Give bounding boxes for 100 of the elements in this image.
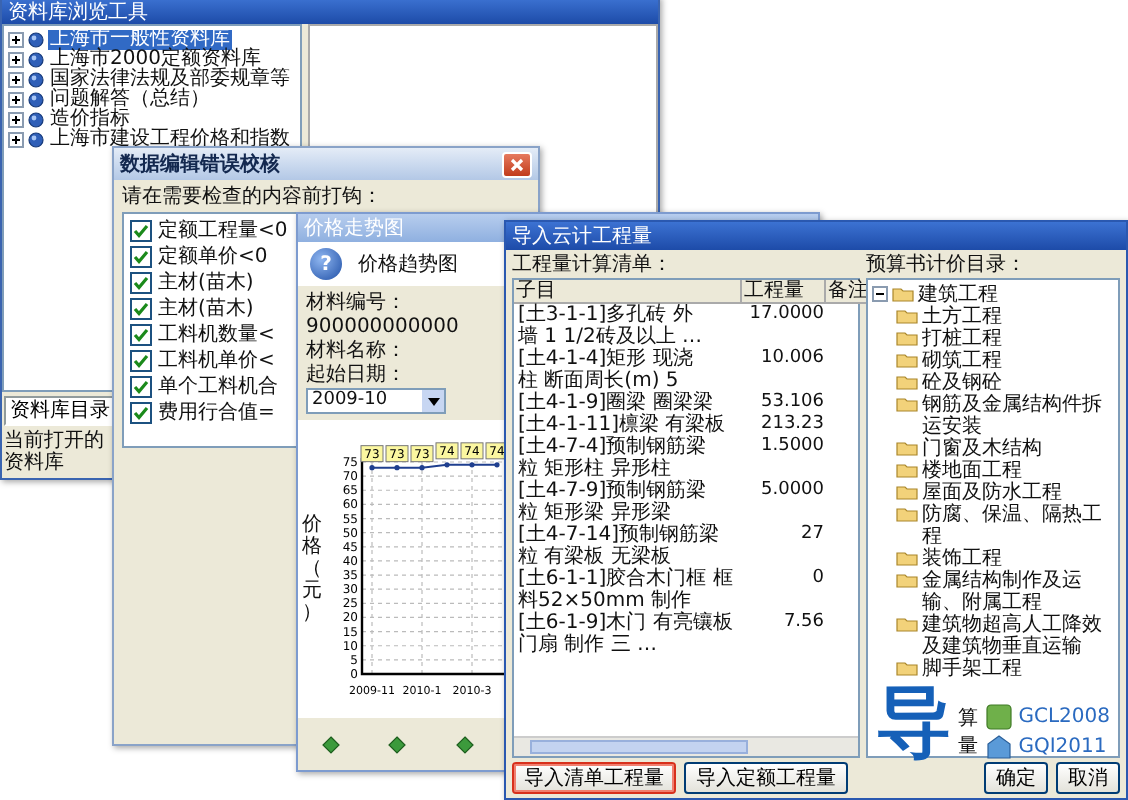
folder-icon — [892, 286, 914, 302]
disc-icon — [28, 132, 44, 148]
data-point — [419, 464, 425, 470]
folder-icon — [896, 572, 918, 588]
tree-item[interactable]: 防腐、保温、隔热工程 — [922, 504, 1114, 548]
tree-item[interactable]: 门窗及木结构 — [922, 438, 1042, 460]
folder-icon — [896, 462, 918, 478]
tree-item[interactable]: 脚手架工程 — [922, 658, 1022, 680]
checkbox-label: 主材(苗木) — [158, 299, 254, 319]
close-icon — [510, 157, 524, 171]
checkbox[interactable] — [130, 298, 152, 320]
tree-item[interactable]: 建筑物超高人工降效及建筑物垂直运输 — [922, 614, 1114, 658]
table-cell-text: [土4-7-4]预制钢筋梁粒 矩形柱 异形柱 — [516, 436, 709, 480]
tree-item[interactable]: 上海市建设工程价格和指数 — [48, 130, 292, 150]
date-dropdown[interactable]: 2009-10 — [306, 388, 446, 414]
checkbox[interactable] — [130, 402, 152, 424]
checkbox-label: 费用行合值= — [158, 403, 275, 423]
tree-item[interactable]: 楼地面工程 — [922, 460, 1022, 482]
folder-icon — [896, 396, 918, 412]
table-cell-text: [土4-7-9]预制钢筋梁粒 矩形梁 异形梁 — [516, 480, 707, 524]
data-point — [444, 461, 450, 467]
nav-arrow-icon[interactable] — [322, 735, 341, 753]
checkbox[interactable] — [130, 376, 152, 398]
scrollbar[interactable] — [514, 736, 858, 756]
folder-icon — [896, 374, 918, 390]
action-button[interactable]: 导入清单工程量 — [512, 762, 676, 794]
table-cell-text: 0 — [810, 568, 826, 592]
tree-item[interactable]: 上海市2000定额资料库 — [48, 50, 263, 70]
checkbox[interactable] — [130, 220, 152, 242]
tree-item[interactable]: 屋面及防水工程 — [922, 482, 1062, 504]
checkbox[interactable] — [130, 324, 152, 346]
checkbox-label: 工料机单价< — [158, 351, 275, 371]
expand-icon[interactable] — [8, 32, 24, 48]
data-point — [494, 461, 500, 467]
table-cell-text: [土4-1-9]圈梁 圈梁梁 — [516, 392, 713, 414]
expand-icon[interactable] — [8, 92, 24, 108]
close-button[interactable] — [502, 151, 532, 177]
expand-icon[interactable] — [8, 112, 24, 128]
window-title: 资料库浏览工具 — [8, 0, 148, 25]
price-line — [371, 462, 498, 468]
checkbox[interactable] — [130, 350, 152, 372]
expand-icon[interactable] — [8, 52, 24, 68]
window-title: 导入云计工程量 — [512, 223, 652, 250]
data-point — [369, 464, 375, 470]
disc-icon — [28, 92, 44, 108]
folder-icon — [896, 440, 918, 456]
checkbox[interactable] — [130, 272, 152, 294]
expand-icon[interactable] — [8, 72, 24, 88]
checkbox-label: 工料机数量< — [158, 325, 275, 345]
action-button[interactable]: 导入定额工程量 — [684, 762, 848, 794]
tree-item[interactable]: 土方工程 — [922, 306, 1002, 328]
tree-item[interactable]: 建筑工程 — [918, 284, 998, 306]
nav-arrow-icon[interactable] — [455, 735, 474, 753]
table-cell-text: 10.006 — [759, 348, 826, 372]
table-cell-text: [土6-1-1]胶合木门框 框料52×50mm 制作 — [516, 568, 735, 612]
tree-item[interactable]: 造价指标 — [48, 110, 132, 130]
action-button[interactable]: 确定 — [984, 762, 1048, 794]
field-label: 起始日期： — [306, 364, 406, 386]
field-label: 材料编号： — [306, 292, 406, 314]
tree-item[interactable]: 问题解答（总结） — [48, 90, 212, 110]
tree-item[interactable]: 砌筑工程 — [922, 350, 1002, 372]
expand-icon[interactable] — [8, 132, 24, 148]
folder-icon — [896, 330, 918, 346]
checkbox[interactable] — [130, 246, 152, 268]
prompt-text: 请在需要检查的内容前打钩： — [122, 186, 384, 208]
table-cell-text: [土6-1-9]木门 有亮镶板门扇 制作 三 … — [516, 612, 735, 656]
folder-icon — [896, 506, 918, 522]
folder-icon — [896, 308, 918, 324]
column-header: 工程量 — [742, 280, 826, 304]
status-text: 当前打开的资料库 — [4, 430, 106, 474]
disc-icon — [28, 32, 44, 48]
table-cell-text: 213.23 — [759, 414, 826, 436]
collapse-icon[interactable] — [872, 286, 888, 302]
tab[interactable]: 资料库目录 — [4, 396, 116, 426]
checkbox-label: 主材(苗木) — [158, 273, 254, 293]
table-cell-text: 53.106 — [759, 392, 826, 414]
checkbox-label: 定额单价<0 — [158, 247, 268, 267]
data-point — [394, 464, 400, 470]
table-cell-text: 7.56 — [781, 612, 826, 636]
tree-item[interactable]: 金属结构制作及运输、附属工程 — [922, 570, 1114, 614]
tree-item[interactable]: 打桩工程 — [922, 328, 1002, 350]
panel-label: 工程量计算清单： — [512, 254, 674, 276]
panel-label: 预算书计价目录： — [866, 254, 1028, 276]
folder-icon — [896, 352, 918, 368]
logo-caption: 算量 — [958, 706, 980, 760]
nav-arrow-icon[interactable] — [388, 735, 407, 753]
table-cell-text: 1.5000 — [759, 436, 826, 460]
checkbox-label: 定额工程量<0 — [158, 221, 288, 241]
product-name: GQI2011 — [1018, 736, 1107, 758]
data-point — [469, 461, 475, 467]
tree-item[interactable]: 砼及钢砼 — [922, 372, 1002, 394]
product-name: GCL2008 — [1018, 706, 1110, 728]
table-cell-text: [土4-1-11]檩梁 有梁板 — [516, 414, 728, 436]
tree-item[interactable]: 钢筋及金属结构件拆运安装 — [922, 394, 1114, 438]
window-title: 数据编辑错误校核 — [120, 151, 280, 178]
folder-icon — [896, 550, 918, 566]
tree-item[interactable]: 国家法律法规及部委规章等 — [48, 70, 292, 90]
action-button[interactable]: 取消 — [1056, 762, 1120, 794]
tree-item[interactable]: 装饰工程 — [922, 548, 1002, 570]
column-header: 子目 — [514, 280, 742, 304]
